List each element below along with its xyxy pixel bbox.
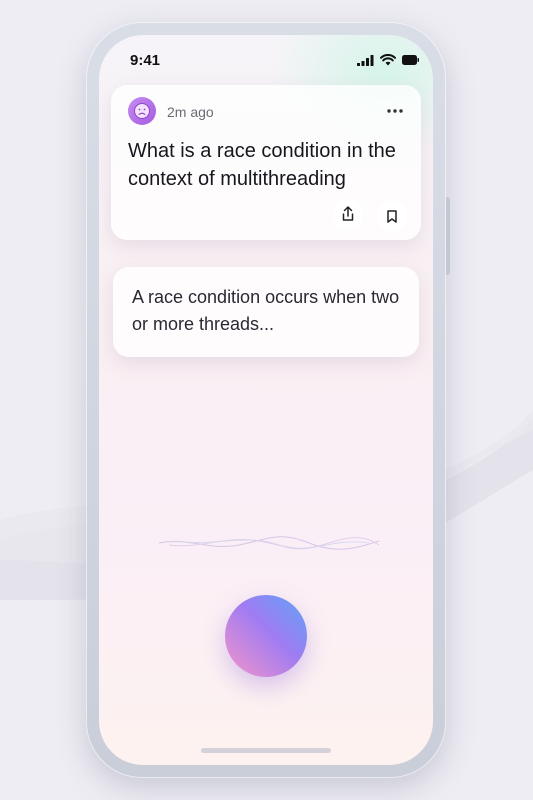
voice-orb-button[interactable] [225,595,307,677]
more-icon[interactable] [383,99,407,123]
avatar[interactable] [128,97,156,125]
battery-icon [402,55,419,65]
answer-text: A race condition occurs when two or more… [132,287,400,334]
sad-face-icon [134,103,150,119]
share-button[interactable] [333,199,363,229]
home-indicator[interactable] [201,748,331,753]
bookmark-icon [387,209,397,223]
question-text: What is a race condition in the context … [128,140,396,190]
status-time: 9:41 [130,52,161,69]
phone-frame: 9:41 2m ago What is a race condition in … [86,22,450,778]
side-button [446,197,450,275]
bookmark-button[interactable] [377,201,407,231]
status-bar: 9:41 [99,35,433,85]
status-icons [357,54,419,66]
share-icon [342,206,354,221]
answer-card[interactable]: A race condition occurs when two or more… [113,267,419,357]
time-ago: 2m ago [167,104,214,120]
phone-screen: 9:41 2m ago What is a race condition in … [99,35,433,765]
signal-icon [357,54,374,66]
voice-waveform [159,536,379,550]
question-card[interactable]: 2m ago What is a race condition in the c… [111,85,421,240]
wifi-icon [380,54,396,66]
